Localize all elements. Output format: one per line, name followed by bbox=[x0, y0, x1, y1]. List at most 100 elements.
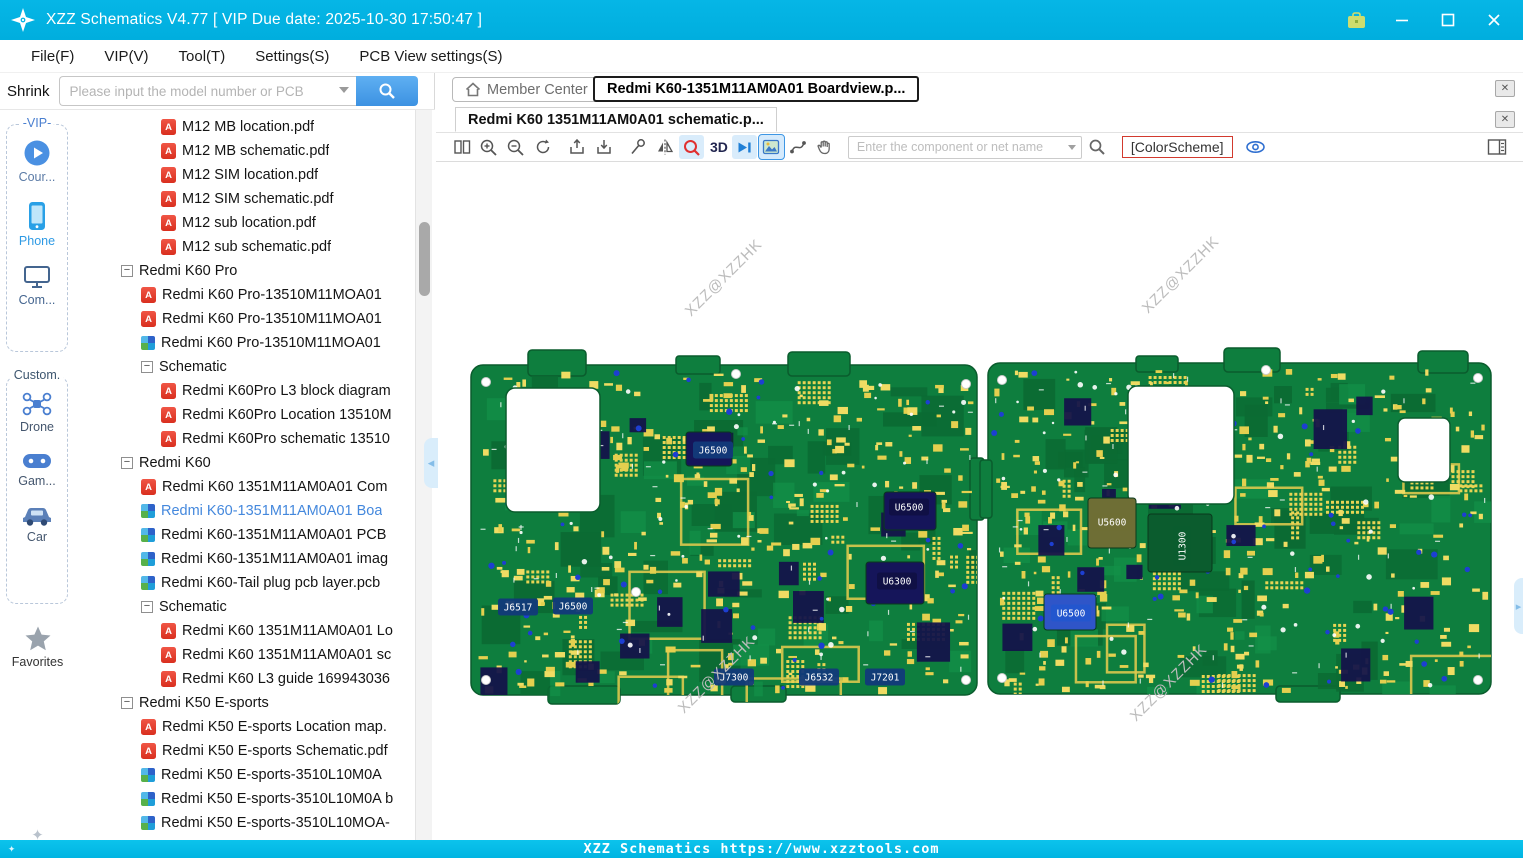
menu-settings[interactable]: Settings(S) bbox=[240, 40, 344, 72]
member-center-button[interactable]: Member Center bbox=[452, 77, 601, 102]
right-panel-handle[interactable]: ▸ bbox=[1514, 578, 1523, 634]
model-search-combo bbox=[59, 76, 356, 106]
split-view-button[interactable] bbox=[449, 135, 474, 159]
tree-item[interactable]: Redmi K60-1351M11AM0A01 imag bbox=[75, 547, 413, 571]
svg-text:J6500: J6500 bbox=[699, 446, 728, 457]
viewer-toolbar: 3D bbox=[436, 133, 1523, 162]
top-layer-button[interactable] bbox=[564, 135, 589, 159]
colorscheme-button[interactable]: [ColorScheme] bbox=[1122, 136, 1233, 158]
boardview-file-icon bbox=[141, 816, 155, 830]
mirror-flip-icon bbox=[656, 138, 674, 156]
pcb-component-label: J7201 bbox=[865, 669, 905, 686]
tree-item[interactable]: −Schematic bbox=[75, 595, 413, 619]
collapse-icon[interactable]: − bbox=[121, 265, 133, 277]
measure-curve-button[interactable] bbox=[786, 135, 811, 159]
collapse-icon[interactable]: − bbox=[141, 361, 153, 373]
tree-item[interactable]: ARedmi K60 L3 guide 169943036 bbox=[75, 667, 413, 691]
tree-item[interactable]: −Redmi K50 E-sports bbox=[75, 691, 413, 715]
close-tab-icon[interactable]: ✕ bbox=[1495, 80, 1515, 97]
sidebar-item-label: Drone bbox=[20, 420, 54, 434]
refresh-view-button[interactable] bbox=[530, 135, 555, 159]
net-search-button[interactable] bbox=[1088, 138, 1106, 156]
minimize-button[interactable] bbox=[1391, 9, 1413, 31]
tree-item[interactable]: Redmi K50 E-sports-3510L10MOA- bbox=[75, 811, 413, 835]
zoom-out-button[interactable] bbox=[503, 135, 528, 159]
collapse-icon[interactable]: − bbox=[141, 601, 153, 613]
boardview-file-icon bbox=[141, 552, 155, 566]
tree-item[interactable]: Redmi K50 E-sports-3510L10M0A bbox=[75, 763, 413, 787]
bottom-layer-button[interactable] bbox=[591, 135, 616, 159]
tree-item[interactable]: −Redmi K60 bbox=[75, 451, 413, 475]
tree-item[interactable]: AM12 SIM schematic.pdf bbox=[75, 187, 413, 211]
model-search-input[interactable] bbox=[59, 76, 356, 106]
pcb-viewport[interactable]: J6500U6500U6300J6517J6500J7300J6532J7201… bbox=[436, 162, 1523, 840]
tree-item[interactable]: ARedmi K60 1351M11AM0A01 Com bbox=[75, 475, 413, 499]
pan-hand-button[interactable] bbox=[813, 135, 838, 159]
tree-item[interactable]: AM12 sub schematic.pdf bbox=[75, 235, 413, 259]
sidebar-item-phone[interactable]: Phone bbox=[7, 201, 67, 248]
pcb-board[interactable] bbox=[980, 348, 1506, 723]
shrink-button[interactable]: Shrink bbox=[0, 83, 57, 100]
tree-item[interactable]: AM12 MB location.pdf bbox=[75, 115, 413, 139]
image-mode-button[interactable] bbox=[759, 135, 784, 159]
tree-item[interactable]: ARedmi K60 1351M11AM0A01 Lo bbox=[75, 619, 413, 643]
tree-item[interactable]: ARedmi K60 1351M11AM0A01 sc bbox=[75, 643, 413, 667]
mirror-flip-button[interactable] bbox=[652, 135, 677, 159]
tree-item[interactable]: Redmi K60-Tail plug pcb layer.pcb bbox=[75, 571, 413, 595]
visibility-button[interactable] bbox=[1245, 138, 1266, 156]
tree-item[interactable]: Redmi K50 E-sports-3510L10M0A b bbox=[75, 787, 413, 811]
sidebar-item-game[interactable]: Gam... bbox=[7, 451, 67, 488]
window-title: XZZ Schematics V4.77 [ VIP Due date: 202… bbox=[46, 11, 482, 29]
tree-item[interactable]: ARedmi K60Pro L3 block diagram bbox=[75, 379, 413, 403]
probe-pin-button[interactable] bbox=[625, 135, 650, 159]
pcb-component-label: U6500 bbox=[1051, 605, 1091, 622]
sidebar-item-computer[interactable]: Com... bbox=[7, 265, 67, 307]
tree-item[interactable]: AM12 SIM location.pdf bbox=[75, 163, 413, 187]
collapse-icon[interactable]: − bbox=[121, 457, 133, 469]
menu-file[interactable]: File(F) bbox=[16, 40, 89, 72]
tree-item[interactable]: Redmi K60-1351M11AM0A01 PCB bbox=[75, 523, 413, 547]
sidebar-item-favorites[interactable]: Favorites bbox=[0, 625, 75, 669]
tree-item[interactable]: ARedmi K50 E-sports Location map. bbox=[75, 715, 413, 739]
tree-item[interactable]: Redmi K60-1351M11AM0A01 Boa bbox=[75, 499, 413, 523]
tree-scrollbar-thumb[interactable] bbox=[419, 222, 430, 296]
pdf-file-icon: A bbox=[161, 647, 176, 663]
chevron-down-icon[interactable] bbox=[1068, 145, 1076, 150]
pdf-file-icon: A bbox=[141, 743, 156, 759]
toggle-3d-button[interactable]: 3D bbox=[706, 139, 732, 155]
sidebar-item-drone[interactable]: Drone bbox=[7, 391, 67, 434]
tree-item[interactable]: ARedmi K60Pro schematic 13510 bbox=[75, 427, 413, 451]
chevron-down-icon[interactable] bbox=[339, 87, 349, 93]
jump-view-button[interactable] bbox=[732, 135, 757, 159]
close-tab-icon[interactable]: ✕ bbox=[1495, 111, 1515, 128]
pcb-boardview[interactable]: J6500U6500U6300J6517J6500J7300J6532J7201… bbox=[436, 162, 1523, 840]
tree-item[interactable]: ARedmi K50 E-sports Schematic.pdf bbox=[75, 739, 413, 763]
tree-item[interactable]: −Schematic bbox=[75, 355, 413, 379]
zoom-in-button[interactable] bbox=[476, 135, 501, 159]
license-icon[interactable] bbox=[1345, 9, 1367, 31]
tree-item[interactable]: ARedmi K60 Pro-13510M11MOA01 bbox=[75, 283, 413, 307]
maximize-button[interactable] bbox=[1437, 9, 1459, 31]
sidebar-item-course[interactable]: Cour... bbox=[7, 139, 67, 184]
red-lens-button[interactable] bbox=[679, 135, 704, 159]
tab-boardview[interactable]: Redmi K60-1351M11AM0A01 Boardview.p... bbox=[593, 76, 919, 102]
layers-panel-button[interactable] bbox=[1487, 138, 1507, 156]
tab-schematic[interactable]: Redmi K60 1351M11AM0A01 schematic.p... bbox=[455, 107, 777, 132]
panel-collapse-handle[interactable]: ◂ bbox=[424, 438, 438, 488]
tree-item[interactable]: AM12 sub location.pdf bbox=[75, 211, 413, 235]
tree-item[interactable]: ARedmi K60 Pro-13510M11MOA01 bbox=[75, 307, 413, 331]
pdf-file-icon: A bbox=[161, 167, 176, 183]
collapse-icon[interactable]: − bbox=[121, 697, 133, 709]
model-search-button[interactable] bbox=[356, 76, 418, 106]
tree-item[interactable]: −Redmi K60 Pro bbox=[75, 259, 413, 283]
menu-pcb-view-settings[interactable]: PCB View settings(S) bbox=[344, 40, 517, 72]
net-search-input[interactable] bbox=[848, 136, 1082, 159]
menu-vip[interactable]: VIP(V) bbox=[89, 40, 163, 72]
tree-item[interactable]: ARedmi K60Pro Location 13510M bbox=[75, 403, 413, 427]
menu-tool[interactable]: Tool(T) bbox=[164, 40, 241, 72]
sidebar-item-car[interactable]: Car bbox=[7, 505, 67, 544]
tree-item[interactable]: AM12 MB schematic.pdf bbox=[75, 139, 413, 163]
close-button[interactable] bbox=[1483, 9, 1505, 31]
main-panel: Member Center Redmi K60-1351M11AM0A01 Bo… bbox=[436, 73, 1523, 840]
tree-item[interactable]: Redmi K60 Pro-13510M11MOA01 bbox=[75, 331, 413, 355]
